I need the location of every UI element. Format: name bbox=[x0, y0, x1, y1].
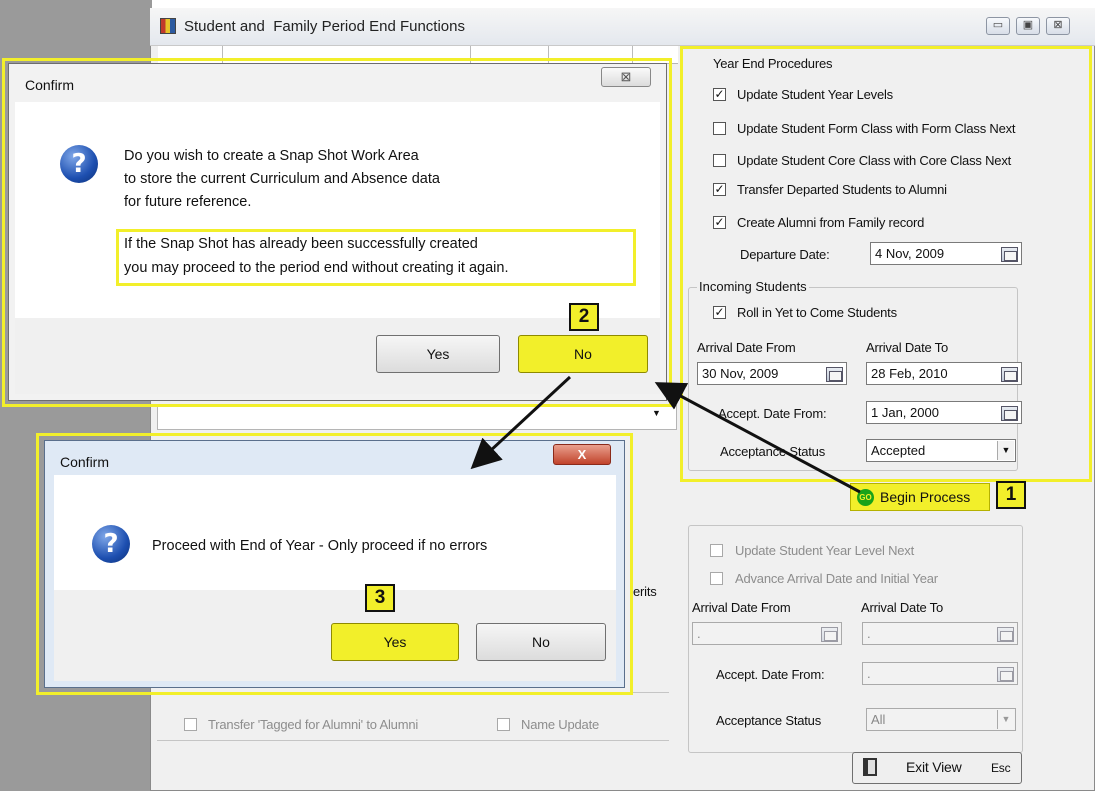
arrow-begin-to-dialog1 bbox=[654, 382, 861, 494]
flow-arrows bbox=[470, 375, 861, 494]
arrow-no-to-dialog2 bbox=[470, 375, 572, 470]
